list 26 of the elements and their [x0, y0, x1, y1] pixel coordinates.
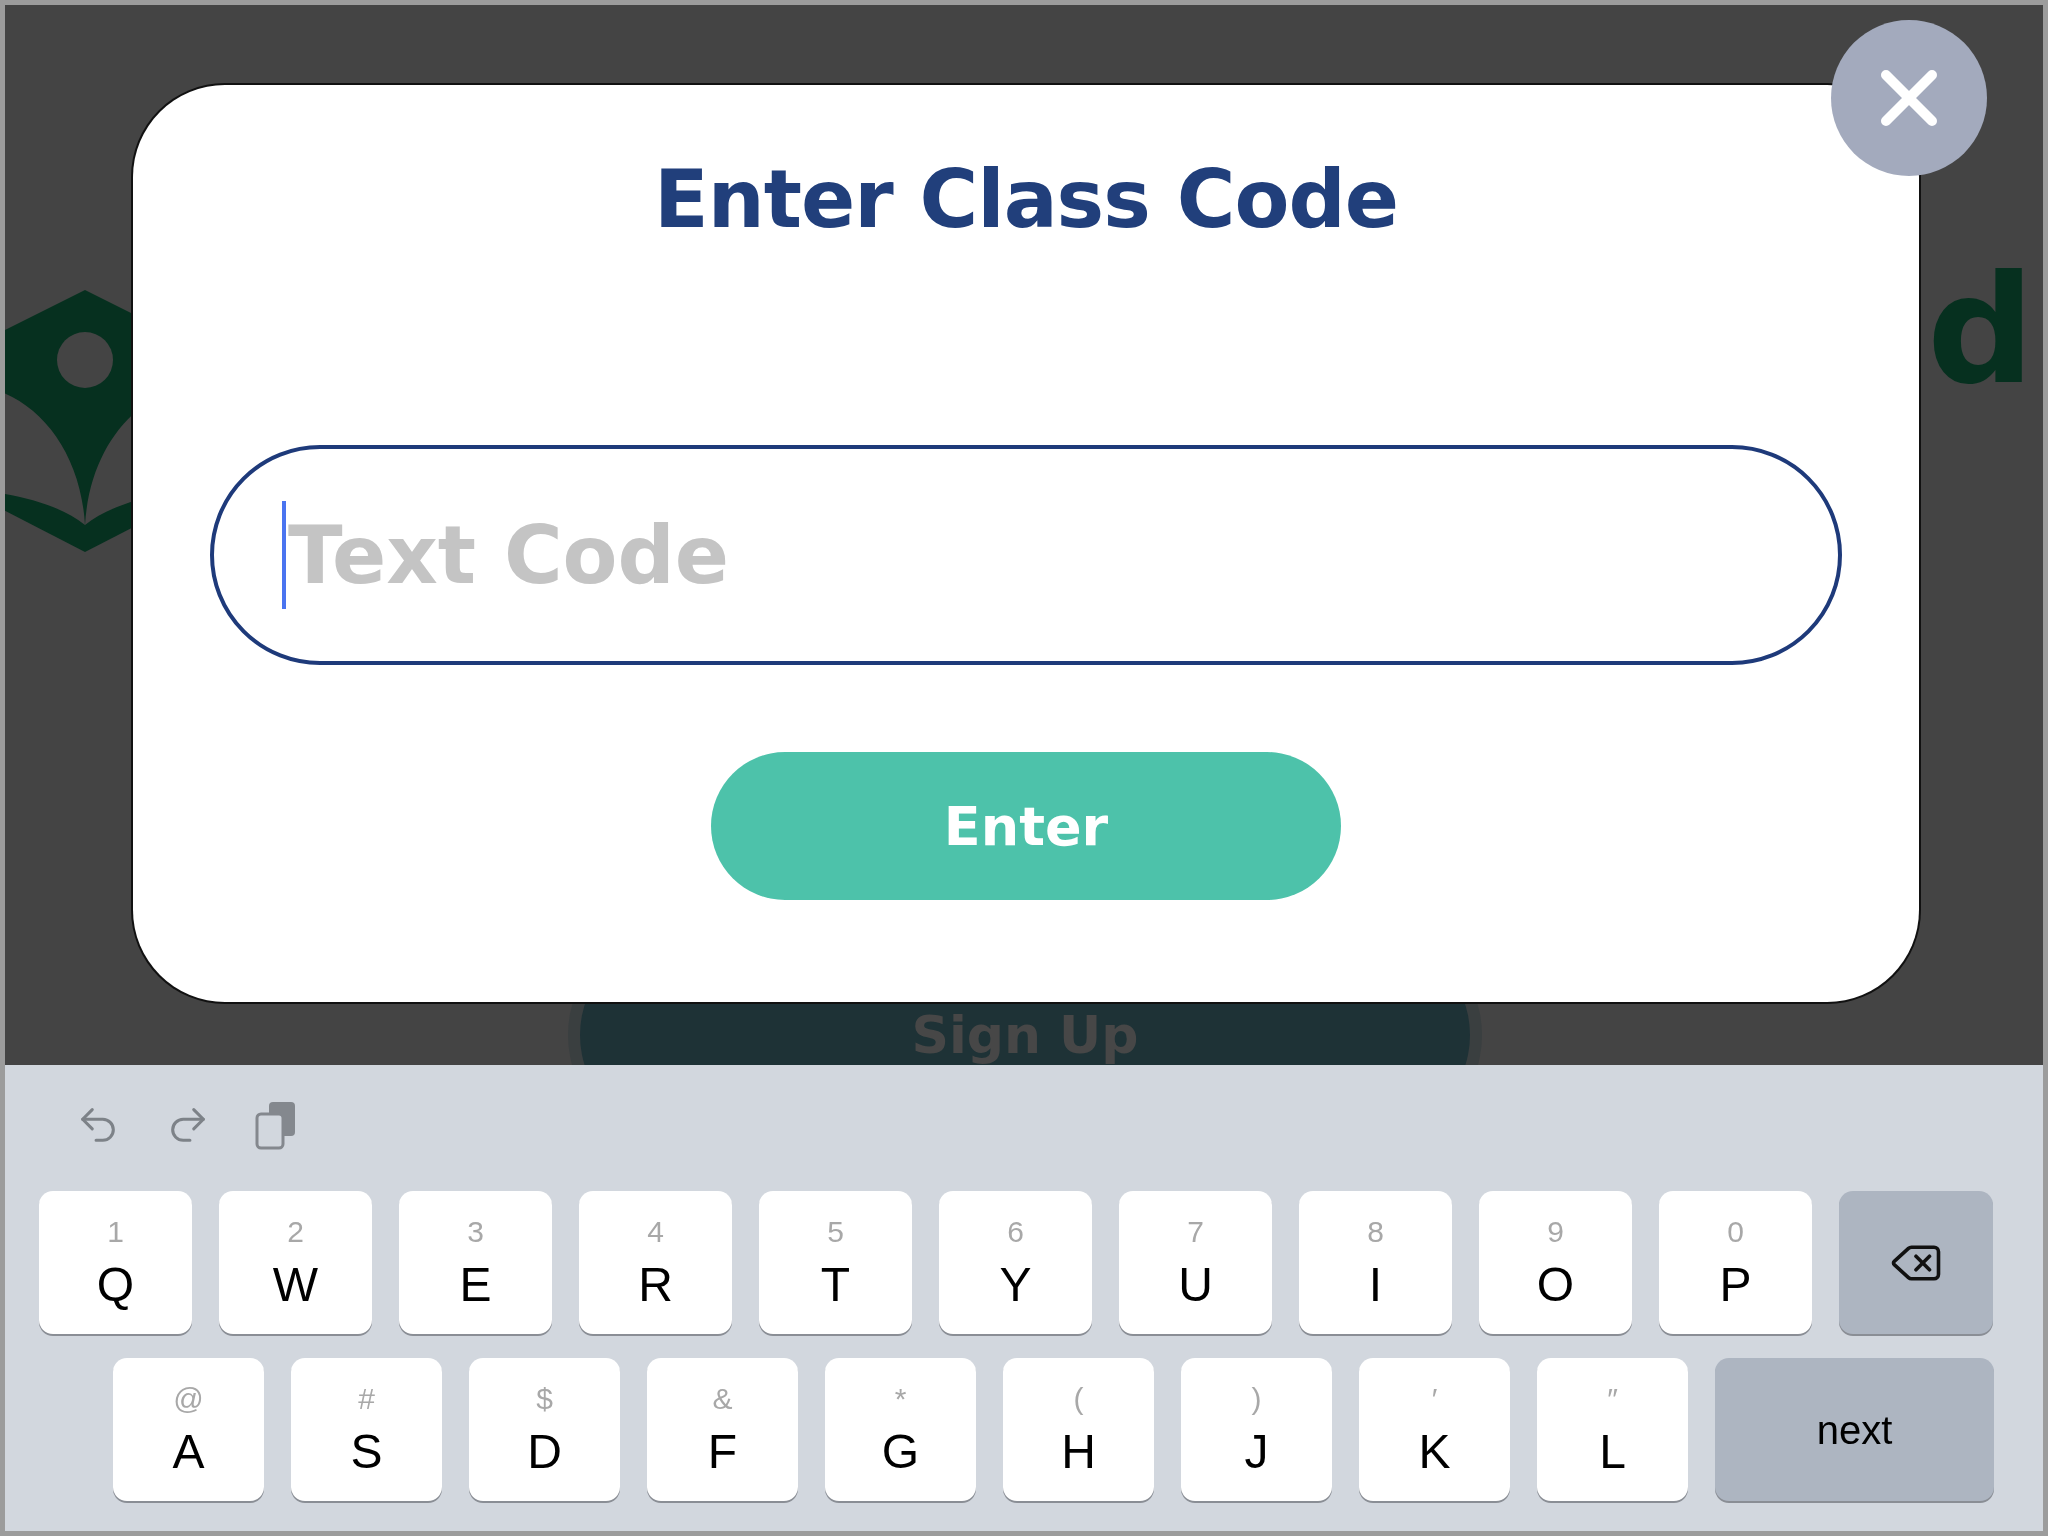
keyboard-key[interactable]: 8 I: [1299, 1191, 1452, 1334]
keyboard-key[interactable]: 7 U: [1119, 1191, 1272, 1334]
keyboard-key[interactable]: 0 P: [1659, 1191, 1812, 1334]
keyboard-key[interactable]: 5 T: [759, 1191, 912, 1334]
keyboard-key[interactable]: 3 E: [399, 1191, 552, 1334]
keyboard-key[interactable]: ″ L: [1537, 1358, 1688, 1501]
keyboard-key[interactable]: 1 Q: [39, 1191, 192, 1334]
keyboard-key[interactable]: 2 W: [219, 1191, 372, 1334]
keyboard-key[interactable]: # S: [291, 1358, 442, 1501]
keyboard-key[interactable]: & F: [647, 1358, 798, 1501]
keyboard-key[interactable]: ( H: [1003, 1358, 1154, 1501]
keyboard-key[interactable]: ) J: [1181, 1358, 1332, 1501]
next-key[interactable]: next: [1715, 1358, 1994, 1501]
logo-text: d: [1927, 255, 2035, 405]
keyboard-key[interactable]: @ A: [113, 1358, 264, 1501]
keyboard-key[interactable]: * G: [825, 1358, 976, 1501]
keyboard-key[interactable]: 4 R: [579, 1191, 732, 1334]
keyboard-key[interactable]: $ D: [469, 1358, 620, 1501]
delete-key[interactable]: [1839, 1191, 1993, 1334]
keyboard-key[interactable]: ′ K: [1359, 1358, 1510, 1501]
keyboard-key[interactable]: 9 O: [1479, 1191, 1632, 1334]
clipboard-icon[interactable]: [255, 1100, 297, 1150]
close-icon: [1880, 69, 1938, 127]
input-field[interactable]: Text Code: [210, 445, 1842, 665]
dialog-title: Enter Class Code: [654, 152, 1398, 248]
keyboard-key[interactable]: 6 Y: [939, 1191, 1092, 1334]
